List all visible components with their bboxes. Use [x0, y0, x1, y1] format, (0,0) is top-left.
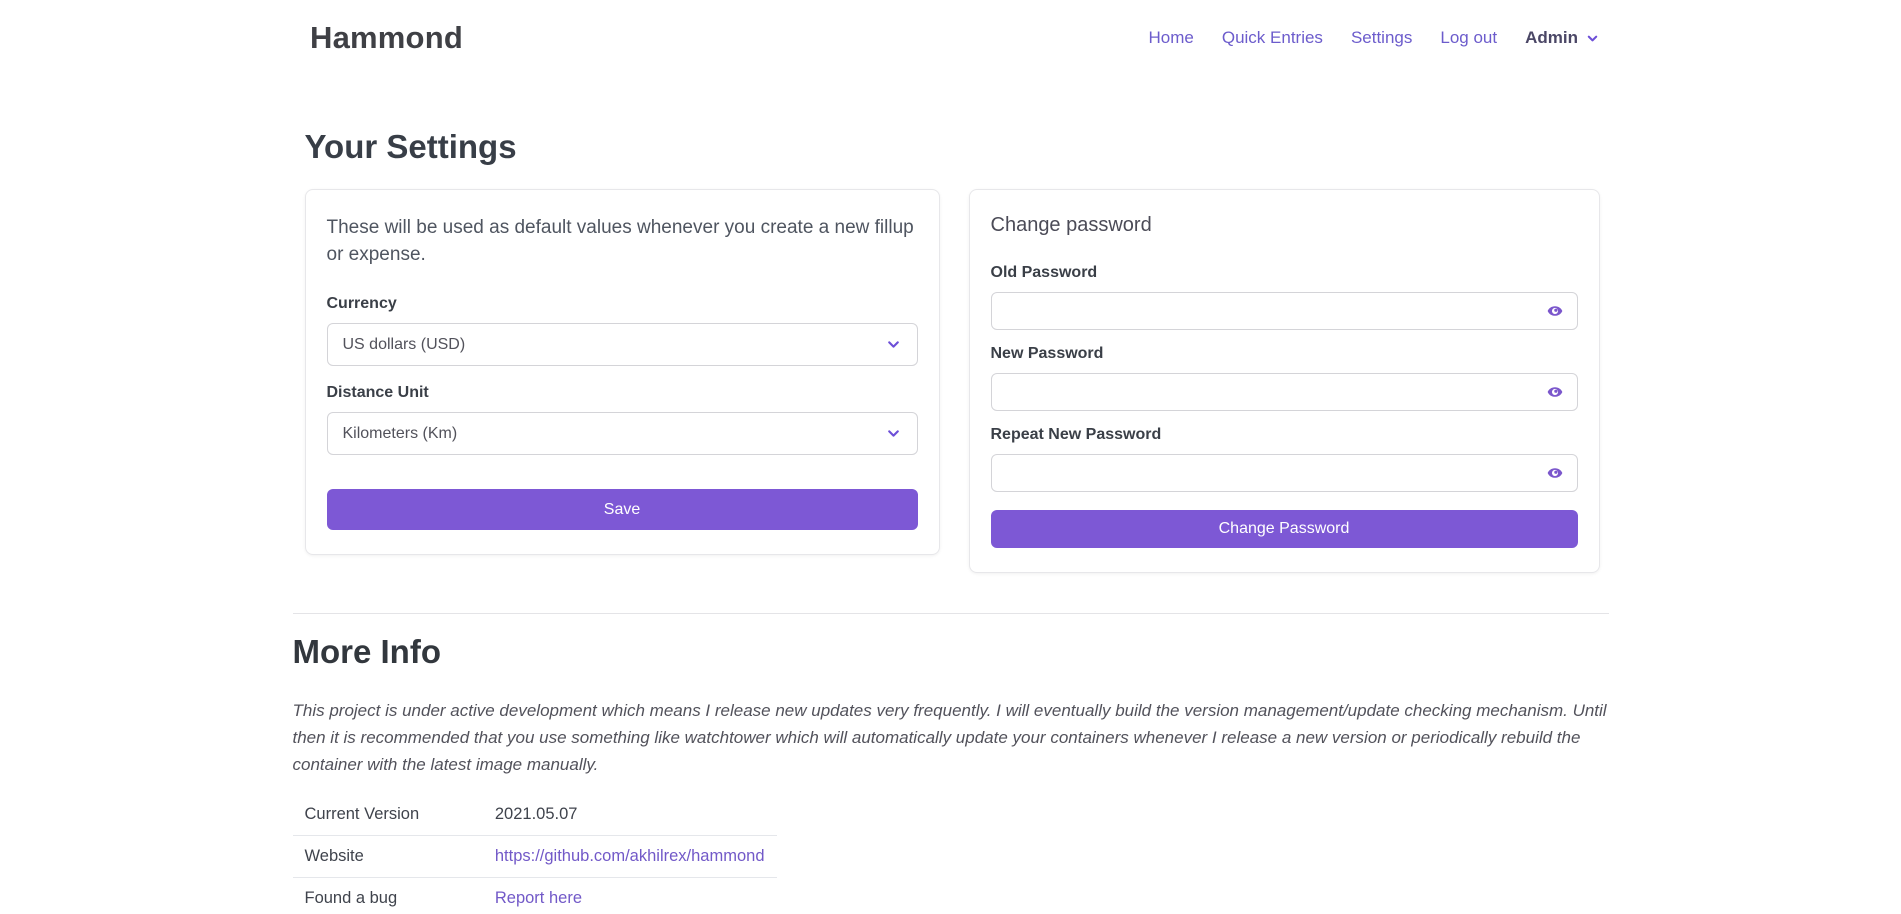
app-logo[interactable]: Hammond [310, 20, 463, 56]
defaults-description: These will be used as default values whe… [327, 214, 918, 268]
save-button[interactable]: Save [327, 489, 918, 530]
repeat-new-password-input[interactable] [991, 454, 1578, 492]
chevron-down-icon [885, 425, 902, 442]
toggle-password-visibility-icon[interactable] [1545, 465, 1565, 481]
change-password-button[interactable]: Change Password [991, 510, 1578, 548]
website-link[interactable]: https://github.com/akhilrex/hammond [495, 847, 765, 865]
info-label: Current Version [293, 794, 483, 836]
page-title: Your Settings [293, 128, 1609, 166]
defaults-card: These will be used as default values whe… [305, 189, 940, 555]
nav-item-quick-entries[interactable]: Quick Entries [1222, 28, 1323, 48]
user-menu[interactable]: Admin [1525, 28, 1600, 48]
user-menu-label: Admin [1525, 28, 1578, 48]
development-note: This project is under active development… [293, 697, 1609, 778]
toggle-password-visibility-icon[interactable] [1545, 303, 1565, 319]
change-password-title: Change password [991, 214, 1578, 237]
nav-item-logout[interactable]: Log out [1440, 28, 1497, 48]
main-content: Your Settings These will be used as defa… [293, 128, 1609, 914]
chevron-down-icon [885, 336, 902, 353]
distance-unit-label: Distance Unit [327, 384, 918, 402]
section-divider [293, 613, 1609, 614]
more-info-title: More Info [293, 633, 1609, 671]
toggle-password-visibility-icon[interactable] [1545, 384, 1565, 400]
new-password-input[interactable] [991, 373, 1578, 411]
currency-label: Currency [327, 295, 918, 313]
distance-unit-value: Kilometers (Km) [343, 425, 458, 443]
report-bug-link[interactable]: Report here [495, 889, 582, 907]
info-table: Current Version 2021.05.07 Website https… [293, 794, 777, 914]
old-password-label: Old Password [991, 264, 1578, 282]
distance-unit-select[interactable]: Kilometers (Km) [327, 412, 918, 455]
nav-item-home[interactable]: Home [1148, 28, 1193, 48]
currency-select[interactable]: US dollars (USD) [327, 323, 918, 366]
currency-value: US dollars (USD) [343, 336, 466, 354]
info-label: Found a bug [293, 878, 483, 914]
old-password-input[interactable] [991, 292, 1578, 330]
main-nav: Home Quick Entries Settings Log out Admi… [1148, 28, 1600, 48]
table-row: Found a bug Report here [293, 878, 777, 914]
table-row: Website https://github.com/akhilrex/hamm… [293, 836, 777, 878]
repeat-new-password-label: Repeat New Password [991, 426, 1578, 444]
app-header: Hammond Home Quick Entries Settings Log … [0, 0, 1901, 76]
table-row: Current Version 2021.05.07 [293, 794, 777, 836]
chevron-down-icon [1585, 31, 1600, 46]
nav-item-settings[interactable]: Settings [1351, 28, 1412, 48]
info-label: Website [293, 836, 483, 878]
current-version-value: 2021.05.07 [483, 794, 777, 836]
change-password-card: Change password Old Password New Passwor… [969, 189, 1600, 573]
new-password-label: New Password [991, 345, 1578, 363]
